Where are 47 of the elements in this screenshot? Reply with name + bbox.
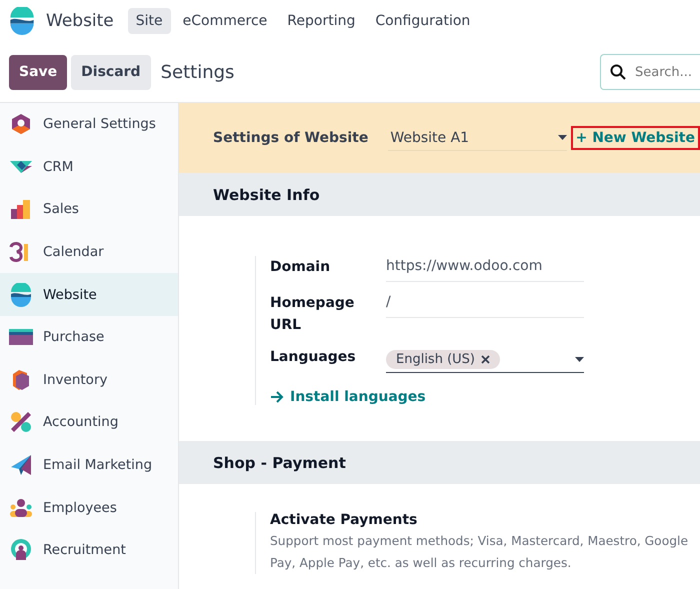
new-website-link[interactable]: + New Website xyxy=(570,126,700,150)
section-header: Shop - Payment xyxy=(179,441,700,484)
wave-icon xyxy=(9,282,33,307)
section-header: Website Info xyxy=(179,173,700,216)
wave-logo-icon xyxy=(8,7,36,35)
field-label: Homepage URL xyxy=(270,294,356,335)
sidebar-item[interactable]: CRM xyxy=(0,146,178,188)
install-languages-link[interactable]: Install languages xyxy=(270,389,700,405)
menu-item[interactable]: Site xyxy=(128,8,171,34)
paper-plane-icon xyxy=(9,453,33,478)
sidebar-item[interactable]: Accounting xyxy=(0,401,178,444)
language-tag: English (US) xyxy=(386,350,500,368)
menu-item[interactable]: Reporting xyxy=(279,8,364,34)
arrow-right-icon xyxy=(270,391,284,403)
menu-item[interactable]: eCommerce xyxy=(174,8,276,34)
sidebar-item[interactable]: Website xyxy=(0,273,178,316)
page-title: Settings xyxy=(160,62,236,82)
text-field[interactable]: / xyxy=(386,292,584,318)
percent-icon xyxy=(9,410,33,434)
website-select[interactable]: Website A1 xyxy=(388,125,567,151)
bar-chart-icon xyxy=(9,197,33,222)
save-button[interactable]: Save xyxy=(9,54,68,90)
sidebar-item[interactable]: Employees xyxy=(0,486,178,529)
sidebar-item[interactable]: Purchase xyxy=(0,316,178,359)
caret-icon xyxy=(558,135,567,140)
setting-title: Activate Payments xyxy=(270,512,418,528)
discard-button[interactable]: Discard xyxy=(71,54,151,90)
hexagon-icon xyxy=(9,112,33,136)
app-title: Website xyxy=(46,11,114,31)
field-label: Languages xyxy=(270,348,357,367)
sidebar-item[interactable]: Email Marketing xyxy=(0,444,178,486)
text-field[interactable]: https://www.odoo.com xyxy=(386,256,584,282)
field-label: Domain xyxy=(270,258,332,277)
menu-item[interactable]: Configuration xyxy=(367,8,478,34)
sidebar-item[interactable]: Inventory xyxy=(0,358,178,402)
sidebar-item[interactable]: Calendar xyxy=(0,230,178,274)
setting-description: Support most payment methods; Visa, Mastercard, Maestro, Google Pay, Apple Pay, etc. as well as recurring charges. xyxy=(270,533,690,572)
search-field[interactable]: Search... xyxy=(600,54,700,90)
sidebar-item[interactable]: Recruitment xyxy=(0,528,178,572)
search-icon xyxy=(610,64,626,80)
languages-field[interactable]: English (US) xyxy=(386,346,584,373)
caret-icon xyxy=(575,356,584,362)
settings-of-website-label: Settings of Website xyxy=(213,130,370,146)
magnifier-person-icon xyxy=(9,538,33,562)
sidebar-item[interactable]: General Settings xyxy=(0,103,178,146)
sidebar-item[interactable]: Sales xyxy=(0,188,178,231)
close-icon[interactable] xyxy=(480,354,490,364)
